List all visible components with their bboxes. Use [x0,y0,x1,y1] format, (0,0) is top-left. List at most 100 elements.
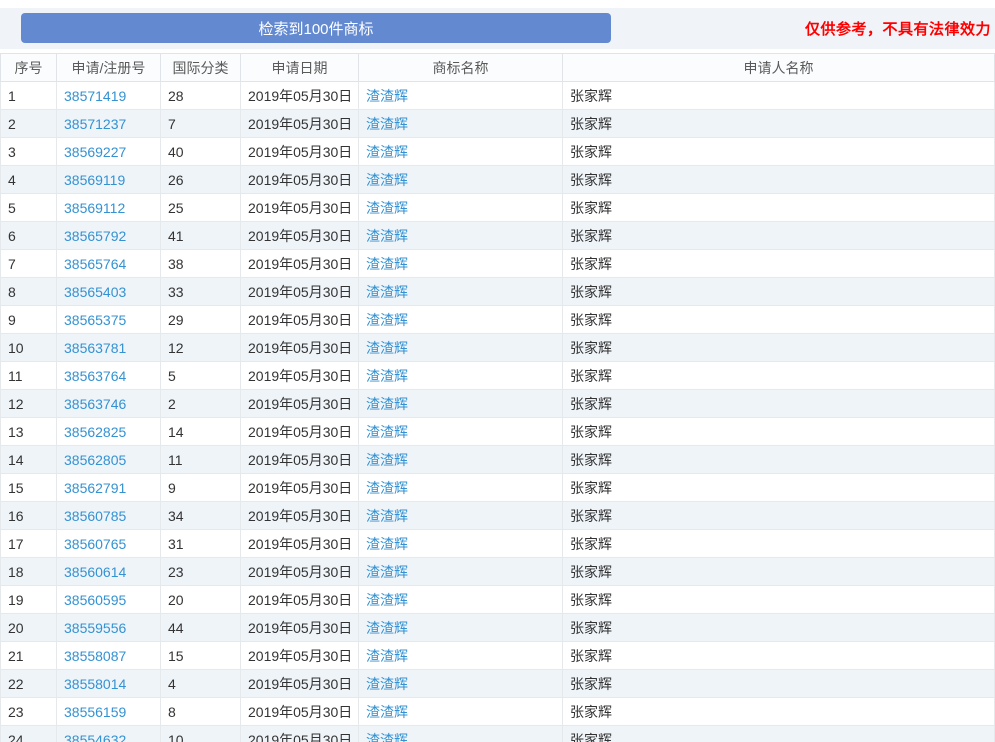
trademark-name-link[interactable]: 渣渣辉 [366,564,408,580]
registration-number-link[interactable]: 38569112 [64,200,125,216]
trademark-name-link[interactable]: 渣渣辉 [366,144,408,160]
registration-number-link[interactable]: 38562825 [64,424,126,440]
cell-intl_class: 29 [161,306,241,334]
cell-no: 15 [1,474,57,502]
cell-trademark: 渣渣辉 [359,474,563,502]
registration-number-link[interactable]: 38571419 [64,88,126,104]
trademark-name-link[interactable]: 渣渣辉 [366,452,408,468]
table-row: 638565792412019年05月30日渣渣辉张家辉 [1,222,995,250]
registration-number-link[interactable]: 38558014 [64,676,126,692]
trademark-name-link[interactable]: 渣渣辉 [366,536,408,552]
trademark-name-link[interactable]: 渣渣辉 [366,704,408,720]
registration-number-link[interactable]: 38560614 [64,564,126,580]
cell-applicant: 张家辉 [563,586,995,614]
result-count-button[interactable]: 检索到100件商标 [21,13,611,43]
cell-date: 2019年05月30日 [241,586,359,614]
registration-number-link[interactable]: 38559556 [64,620,126,636]
registration-number-link[interactable]: 38562791 [64,480,126,496]
registration-number-link[interactable]: 38565403 [64,284,126,300]
trademark-name-link[interactable]: 渣渣辉 [366,284,408,300]
cell-trademark: 渣渣辉 [359,222,563,250]
cell-trademark: 渣渣辉 [359,670,563,698]
cell-reg_no: 38560614 [57,558,161,586]
trademark-name-link[interactable]: 渣渣辉 [366,256,408,272]
cell-intl_class: 34 [161,502,241,530]
trademark-name-link[interactable]: 渣渣辉 [366,368,408,384]
cell-trademark: 渣渣辉 [359,334,563,362]
trademark-name-link[interactable]: 渣渣辉 [366,648,408,664]
registration-number-link[interactable]: 38560765 [64,536,126,552]
legal-disclaimer-text: 仅供参考，不具有法律效力 [805,8,991,49]
cell-reg_no: 38571419 [57,82,161,110]
cell-applicant: 张家辉 [563,222,995,250]
trademark-name-link[interactable]: 渣渣辉 [366,424,408,440]
cell-date: 2019年05月30日 [241,446,359,474]
registration-number-link[interactable]: 38563764 [64,368,126,384]
cell-intl_class: 5 [161,362,241,390]
cell-date: 2019年05月30日 [241,278,359,306]
column-header-date: 申请日期 [241,54,359,82]
cell-trademark: 渣渣辉 [359,110,563,138]
cell-date: 2019年05月30日 [241,306,359,334]
cell-reg_no: 38569227 [57,138,161,166]
registration-number-link[interactable]: 38563746 [64,396,126,412]
trademark-name-link[interactable]: 渣渣辉 [366,592,408,608]
cell-intl_class: 44 [161,614,241,642]
cell-reg_no: 38569119 [57,166,161,194]
table-row: 113856376452019年05月30日渣渣辉张家辉 [1,362,995,390]
registration-number-link[interactable]: 38554632 [64,732,126,742]
trademark-name-link[interactable]: 渣渣辉 [366,396,408,412]
cell-date: 2019年05月30日 [241,670,359,698]
trademark-name-link[interactable]: 渣渣辉 [366,172,408,188]
registration-number-link[interactable]: 38562805 [64,452,126,468]
trademark-name-link[interactable]: 渣渣辉 [366,340,408,356]
trademark-name-link[interactable]: 渣渣辉 [366,732,408,742]
table-row: 223855801442019年05月30日渣渣辉张家辉 [1,670,995,698]
trademark-name-link[interactable]: 渣渣辉 [366,228,408,244]
cell-no: 8 [1,278,57,306]
registration-number-link[interactable]: 38563781 [64,340,126,356]
cell-applicant: 张家辉 [563,166,995,194]
trademark-name-link[interactable]: 渣渣辉 [366,312,408,328]
cell-intl_class: 11 [161,446,241,474]
cell-date: 2019年05月30日 [241,138,359,166]
cell-date: 2019年05月30日 [241,418,359,446]
cell-no: 20 [1,614,57,642]
table-row: 1038563781122019年05月30日渣渣辉张家辉 [1,334,995,362]
registration-number-link[interactable]: 38560595 [64,592,126,608]
cell-reg_no: 38560595 [57,586,161,614]
trademark-name-link[interactable]: 渣渣辉 [366,88,408,104]
cell-date: 2019年05月30日 [241,362,359,390]
trademark-name-link[interactable]: 渣渣辉 [366,676,408,692]
trademark-name-link[interactable]: 渣渣辉 [366,480,408,496]
cell-intl_class: 41 [161,222,241,250]
cell-applicant: 张家辉 [563,474,995,502]
trademark-name-link[interactable]: 渣渣辉 [366,508,408,524]
trademark-name-link[interactable]: 渣渣辉 [366,200,408,216]
cell-date: 2019年05月30日 [241,166,359,194]
registration-number-link[interactable]: 38569227 [64,144,126,160]
registration-number-link[interactable]: 38565764 [64,256,126,272]
registration-number-link[interactable]: 38571237 [64,116,126,132]
cell-no: 12 [1,390,57,418]
registration-number-link[interactable]: 38565375 [64,312,126,328]
table-row: 123856374622019年05月30日渣渣辉张家辉 [1,390,995,418]
registration-number-link[interactable]: 38565792 [64,228,126,244]
table-row: 1638560785342019年05月30日渣渣辉张家辉 [1,502,995,530]
trademark-name-link[interactable]: 渣渣辉 [366,620,408,636]
cell-trademark: 渣渣辉 [359,194,563,222]
cell-no: 23 [1,698,57,726]
registration-number-link[interactable]: 38560785 [64,508,126,524]
registration-number-link[interactable]: 38558087 [64,648,126,664]
cell-applicant: 张家辉 [563,502,995,530]
registration-number-link[interactable]: 38569119 [64,172,125,188]
cell-intl_class: 38 [161,250,241,278]
table-row: 2038559556442019年05月30日渣渣辉张家辉 [1,614,995,642]
trademark-name-link[interactable]: 渣渣辉 [366,116,408,132]
table-row: 2438554632102019年05月30日渣渣辉张家辉 [1,726,995,742]
registration-number-link[interactable]: 38556159 [64,704,126,720]
cell-intl_class: 14 [161,418,241,446]
table-row: 838565403332019年05月30日渣渣辉张家辉 [1,278,995,306]
cell-intl_class: 10 [161,726,241,742]
cell-applicant: 张家辉 [563,362,995,390]
